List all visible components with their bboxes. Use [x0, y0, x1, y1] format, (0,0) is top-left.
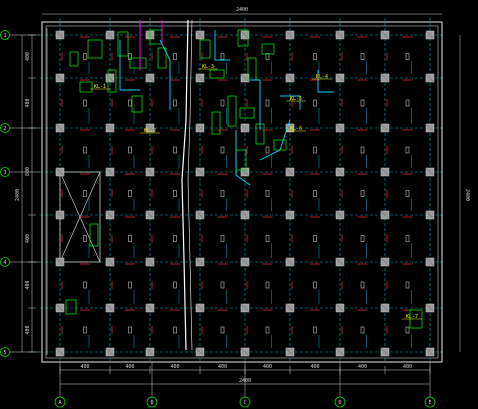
note-label: KL-6	[290, 126, 302, 132]
axis-bubble-label: 2	[3, 126, 6, 132]
note-label: KL-5	[290, 96, 302, 102]
dim-label-left: 800	[25, 167, 31, 176]
axis-bubble-label: E	[428, 400, 431, 406]
canvas-background	[0, 0, 478, 409]
axis-bubble-label: 1	[3, 33, 6, 39]
dim-label-left: 400	[25, 280, 31, 289]
dim-label-bottom: 400	[310, 364, 319, 370]
dim-label-bottom: 400	[80, 364, 89, 370]
note-label: KL-7	[406, 314, 418, 320]
dim-label-left: 400	[25, 325, 31, 334]
dim-label-bottom: 400	[170, 364, 179, 370]
dim-label-left: 400	[25, 234, 31, 243]
dim-label-bottom: 400	[263, 364, 272, 370]
note-label: KL-2	[144, 128, 156, 134]
dim-label-right-total: 2400	[464, 189, 470, 201]
axis-bubble-label: B	[150, 400, 153, 406]
dim-label-bottom: 400	[125, 364, 134, 370]
note-label: KL-3	[202, 64, 214, 70]
dim-label-left: 400	[25, 98, 31, 107]
axis-bubble-label: 4	[3, 260, 6, 266]
floor-plan-drawing: KL-1KL-2KL-3KL-4KL-5KL-6KL-7 2400400 400 4…	[0, 0, 478, 409]
note-label: KL-1	[94, 84, 106, 90]
axis-bubble-label: 5	[3, 350, 6, 356]
dim-label-bottom: 400	[403, 364, 412, 370]
dim-label-top: 2400	[236, 7, 248, 13]
axis-bubble-label: D	[338, 400, 341, 406]
axis-bubble-label: C	[243, 400, 246, 406]
dim-label-left: 400	[25, 52, 31, 61]
dim-label-left-total: 2400	[15, 189, 21, 201]
note-label: KL-4	[316, 74, 328, 80]
axis-bubble-label: A	[58, 400, 61, 406]
dim-label-bottom: 400	[358, 364, 367, 370]
axis-bubble-label: 3	[3, 170, 6, 176]
dim-label-bottom: 400	[218, 364, 227, 370]
